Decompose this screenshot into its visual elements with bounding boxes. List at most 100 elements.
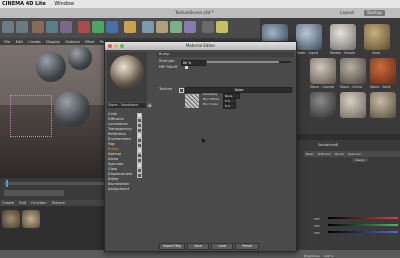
value-field[interactable]: 255 xyxy=(314,231,320,235)
tab-specular[interactable]: Specular xyxy=(348,152,361,156)
sphere-object[interactable] xyxy=(36,52,66,82)
material-preview[interactable] xyxy=(107,52,147,102)
camera-icon[interactable] xyxy=(202,21,214,33)
scale-tool-icon[interactable] xyxy=(46,21,58,33)
layout-label: Layout: xyxy=(340,10,355,15)
material-swatch-sand[interactable] xyxy=(364,24,390,50)
app-name[interactable]: CINEMA 4D Lite xyxy=(2,1,46,7)
material-swatch-marble[interactable] xyxy=(330,24,356,50)
menu-edit[interactable]: Edit xyxy=(16,39,23,44)
material-swatch[interactable] xyxy=(310,92,336,118)
brightness-value[interactable]: 100 % xyxy=(324,254,334,258)
menu-filter[interactable]: Filter xyxy=(85,39,94,44)
window-menu[interactable]: Window xyxy=(54,1,74,7)
channel-label: Alpha xyxy=(108,157,119,161)
material-label: Stone - Sand xyxy=(370,85,391,89)
rotate-tool-icon[interactable] xyxy=(60,21,72,33)
material-swatch-water-liquid[interactable] xyxy=(296,24,322,50)
sphere-object[interactable] xyxy=(68,46,92,70)
mm-menu-texture[interactable]: Texture xyxy=(52,201,65,205)
value-row[interactable]: 255 xyxy=(314,223,398,228)
channel-label: Displacement xyxy=(108,172,133,176)
save-button[interactable]: Save xyxy=(187,243,209,250)
move-tool-icon[interactable] xyxy=(32,21,44,33)
mm-menu-function[interactable]: Function xyxy=(31,201,46,205)
value-field[interactable]: 255 xyxy=(314,217,320,221)
strength-label: Strength xyxy=(159,59,175,63)
menu-display[interactable]: Display xyxy=(46,39,60,44)
channel-label: Diffusion xyxy=(108,117,124,121)
attributes-header xyxy=(296,134,400,140)
arrow-icon[interactable]: ➜ xyxy=(147,103,152,108)
y-axis-icon[interactable] xyxy=(92,21,104,33)
material-label: Marble - Simple xyxy=(330,51,355,55)
material-label: Stone - Granite xyxy=(310,85,335,89)
value-row[interactable]: 255 xyxy=(314,230,398,235)
channel-label: Transparency xyxy=(108,127,132,131)
channel-label: Reflection xyxy=(108,132,126,136)
channel-checkbox[interactable] xyxy=(137,173,142,178)
preset-button[interactable]: Preset xyxy=(235,243,259,250)
material-thumbnail[interactable] xyxy=(2,210,20,228)
material-swatch-stone-granite[interactable] xyxy=(310,58,336,84)
menu-file[interactable]: File xyxy=(4,39,10,44)
close-icon[interactable] xyxy=(108,44,112,48)
channel-assignment[interactable]: Assignment xyxy=(108,187,129,192)
tab-bump[interactable]: Bump xyxy=(335,152,344,156)
3d-viewport[interactable] xyxy=(0,45,110,178)
material-swatch-stone-sand[interactable] xyxy=(370,58,396,84)
load-button[interactable]: Load xyxy=(211,243,233,250)
tab-basic[interactable]: Basic xyxy=(306,152,314,156)
redo-icon[interactable] xyxy=(16,21,28,33)
mm-menu-edit[interactable]: Edit xyxy=(19,201,26,205)
material-label: Water - Liquid xyxy=(296,51,319,55)
mm-menu-create[interactable]: Create xyxy=(2,201,14,205)
material-label: Sand xyxy=(372,51,381,55)
render-icon[interactable] xyxy=(124,21,136,33)
channel-label: Fog xyxy=(108,142,115,146)
sphere-object[interactable] xyxy=(54,91,90,127)
bump-settings: Bump Strength 86 % MIP Falloff Texture N… xyxy=(155,52,294,232)
mip-falloff-checkbox[interactable] xyxy=(185,66,188,69)
channel-label: Specular xyxy=(108,162,124,166)
light-icon[interactable] xyxy=(216,21,228,33)
timeline-playhead[interactable] xyxy=(6,180,8,187)
value-field[interactable]: 255 xyxy=(314,224,320,228)
minimize-icon[interactable] xyxy=(114,44,118,48)
x-axis-icon[interactable] xyxy=(78,21,90,33)
strength-slider[interactable] xyxy=(207,61,291,63)
menu-options[interactable]: Options xyxy=(65,39,80,44)
spline-icon[interactable] xyxy=(156,21,168,33)
mac-menu-bar: CINEMA 4D Lite Window xyxy=(0,0,400,8)
import-map-button[interactable]: Import Map xyxy=(159,243,185,250)
z-axis-icon[interactable] xyxy=(106,21,118,33)
value-row[interactable]: 255 xyxy=(314,216,398,221)
channel-label: Color xyxy=(108,112,118,116)
cube-icon[interactable] xyxy=(142,21,154,33)
play-controls[interactable] xyxy=(4,190,64,196)
material-swatch[interactable] xyxy=(340,92,366,118)
layout-dropdown[interactable]: Startup xyxy=(364,10,385,16)
material-swatch-stone-schist[interactable] xyxy=(340,58,366,84)
mip-falloff-label: MIP Falloff xyxy=(159,65,178,69)
nurbs-icon[interactable] xyxy=(170,21,182,33)
tab-diffusion[interactable]: Diffusion xyxy=(318,152,331,156)
menu-create[interactable]: Create xyxy=(28,39,41,44)
noise-preview[interactable] xyxy=(185,94,199,108)
material-name-field[interactable]: Stone - Sandstone xyxy=(107,103,146,108)
deformer-icon[interactable] xyxy=(184,21,196,33)
material-manager: Create Edit Function Texture xyxy=(0,200,110,250)
timeline[interactable] xyxy=(0,178,110,200)
zoom-icon[interactable] xyxy=(120,44,124,48)
brightness-label: Brightness xyxy=(304,254,320,258)
brightness-row[interactable]: Brightness 100 % xyxy=(304,254,333,258)
material-swatch[interactable] xyxy=(370,92,396,118)
texture-expand-icon[interactable] xyxy=(179,88,184,93)
channel-label: Normal xyxy=(108,152,122,156)
material-name-label: Sandstone8 xyxy=(318,143,339,147)
tab-assign[interactable]: Assign xyxy=(352,158,368,162)
undo-icon[interactable] xyxy=(2,21,14,33)
channel-label: Environment xyxy=(108,137,131,141)
blur-scale-input[interactable]: 0 % xyxy=(223,103,236,109)
material-thumbnail[interactable] xyxy=(22,210,40,228)
